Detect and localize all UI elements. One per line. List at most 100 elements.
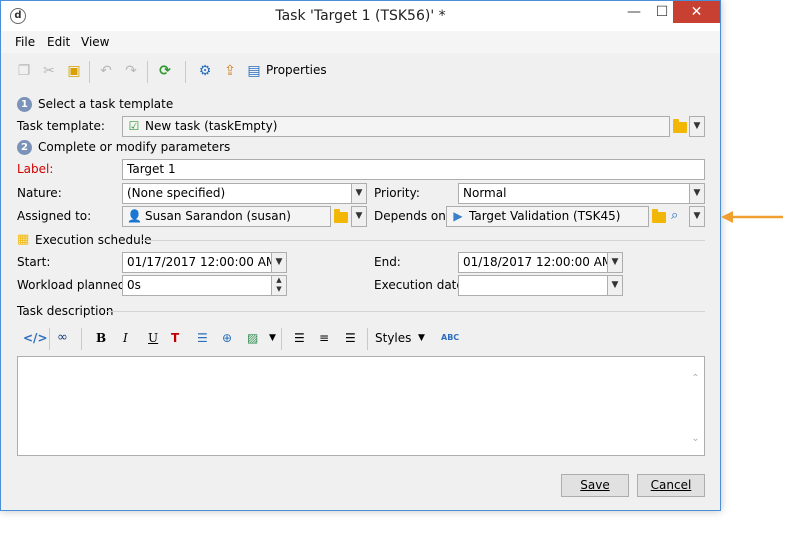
task-icon: ▶ [453,209,463,223]
chevron-down-icon[interactable]: ▼ [418,330,425,346]
spellcheck-icon[interactable]: ABC [441,330,459,346]
folder-icon[interactable] [652,209,666,223]
underline-button[interactable]: U [148,330,158,346]
redo-icon[interactable]: ↷ [122,62,140,80]
title-bar: d Task 'Target 1 (TSK56)' * — ☐ ✕ [1,1,720,31]
align-left-icon[interactable]: ☰ [294,330,305,346]
clipboard-icon[interactable]: ▤ [245,62,263,80]
image-icon[interactable]: ▨ [247,330,258,346]
spin-down-icon[interactable]: ▼ [272,285,286,294]
menu-edit[interactable]: Edit [47,35,70,49]
toolbar-separator [81,328,82,350]
italic-button[interactable]: I [123,330,128,346]
assigned-to-value: Susan Sarandon (susan) [145,209,291,223]
bold-button[interactable]: B [96,330,106,346]
callout-arrow-icon [721,211,783,223]
end-label: End: [374,255,401,269]
task-template-label: Task template: [17,119,105,133]
clear-format-icon[interactable]: T [171,330,179,346]
start-label: Start: [17,255,51,269]
scroll-up-icon[interactable]: ⌃ [687,373,704,384]
assigned-to-label: Assigned to: [17,209,92,223]
paste-icon[interactable]: ▣ [65,62,83,80]
chevron-down-icon[interactable]: ▼ [271,252,287,273]
assigned-to-field[interactable]: 👤 Susan Sarandon (susan) [122,206,331,227]
check-icon: ☑ [128,119,140,133]
chevron-down-icon[interactable]: ▼ [351,206,367,227]
menu-file[interactable]: File [15,35,35,49]
workload-label: Workload planned: [17,278,130,292]
toolbar-separator [49,328,50,350]
toolbar-separator [185,61,186,83]
link-icon[interactable]: ⊕ [222,330,232,346]
toolbar-separator [147,61,148,83]
nature-select[interactable]: (None specified) [122,183,352,204]
search-icon[interactable]: ⌕ [671,208,678,223]
toolbar-separator [281,328,282,350]
editor-toolbar: </> ∞ B I U T ☰ ⊕ ▨ ▼ ☰ ≡ ☰ Styles ▼ ABC [17,325,705,351]
workload-stepper[interactable]: ▲ ▼ [271,275,287,296]
folder-icon[interactable] [334,209,348,223]
refresh-icon[interactable]: ⟳ [156,62,174,80]
chevron-down-icon[interactable]: ▼ [607,275,623,296]
task-template-value: New task (taskEmpty) [145,119,278,133]
chevron-down-icon[interactable]: ▼ [607,252,623,273]
execution-schedule-heading: Execution schedule [35,233,152,247]
depends-on-value: Target Validation (TSK45) [469,209,621,223]
copy-icon[interactable]: ❐ [15,62,33,80]
editor-scrollbar[interactable]: ⌃ ⌄ [687,357,704,455]
chevron-down-icon[interactable]: ▼ [269,330,276,346]
toolbar-separator [89,61,90,83]
align-right-icon[interactable]: ☰ [345,330,356,346]
chevron-down-icon[interactable]: ▼ [689,183,705,204]
task-template-field[interactable]: ☑ New task (taskEmpty) [122,116,670,137]
minimize-button[interactable]: — [621,1,647,23]
cut-icon[interactable]: ✂ [40,62,58,80]
priority-select[interactable]: Normal [458,183,690,204]
description-editor[interactable]: ⌃ ⌄ [17,356,705,456]
folder-icon[interactable] [673,119,687,133]
depends-on-field[interactable]: ▶ Target Validation (TSK45) [446,206,649,227]
task-description-heading: Task description [17,304,114,318]
undo-icon[interactable]: ↶ [97,62,115,80]
close-button[interactable]: ✕ [673,1,720,23]
cancel-button-label: Cancel [650,478,692,492]
label-field-label: Label: [17,162,54,176]
bullet-list-icon[interactable]: ☰ [197,330,208,346]
nature-label: Nature: [17,186,62,200]
start-date-input[interactable]: 01/17/2017 12:00:00 AM [122,252,272,273]
execution-date-input[interactable] [458,275,608,296]
step-number-badge: 1 [17,97,32,112]
menu-bar: File Edit View [1,31,720,53]
source-code-icon[interactable]: </> [23,330,48,346]
spin-up-icon[interactable]: ▲ [272,276,286,285]
workload-input[interactable]: 0s [122,275,272,296]
end-date-input[interactable]: 01/18/2017 12:00:00 AM [458,252,608,273]
cancel-button[interactable]: Cancel [637,474,705,497]
toolbar-separator [367,328,368,350]
chevron-down-icon[interactable]: ▼ [351,183,367,204]
align-center-icon[interactable]: ≡ [319,330,329,346]
label-input[interactable]: Target 1 [122,159,705,180]
export-icon[interactable]: ⇪ [221,62,239,80]
execution-date-label: Execution date: [374,278,468,292]
binoculars-icon[interactable]: ∞ [57,330,68,346]
scroll-down-icon[interactable]: ⌄ [687,433,704,444]
menu-view[interactable]: View [81,35,109,49]
save-button[interactable]: Save [561,474,629,497]
priority-label: Priority: [374,186,420,200]
user-icon: 👤 [127,209,142,223]
step-title: Complete or modify parameters [38,140,231,154]
properties-button[interactable]: Properties [266,63,327,77]
chevron-down-icon[interactable]: ▼ [689,116,705,137]
save-button-label: Save [580,478,610,492]
section-divider [141,240,705,241]
chevron-down-icon[interactable]: ▼ [689,206,705,227]
styles-dropdown[interactable]: Styles [375,330,411,346]
maximize-button[interactable]: ☐ [649,1,675,23]
calendar-icon: ▦ [17,232,30,247]
window-title: Task 'Target 1 (TSK56)' * [275,8,446,24]
settings-icon[interactable]: ⚙ [196,62,214,80]
section-divider [107,311,705,312]
step-title: Select a task template [38,97,174,111]
